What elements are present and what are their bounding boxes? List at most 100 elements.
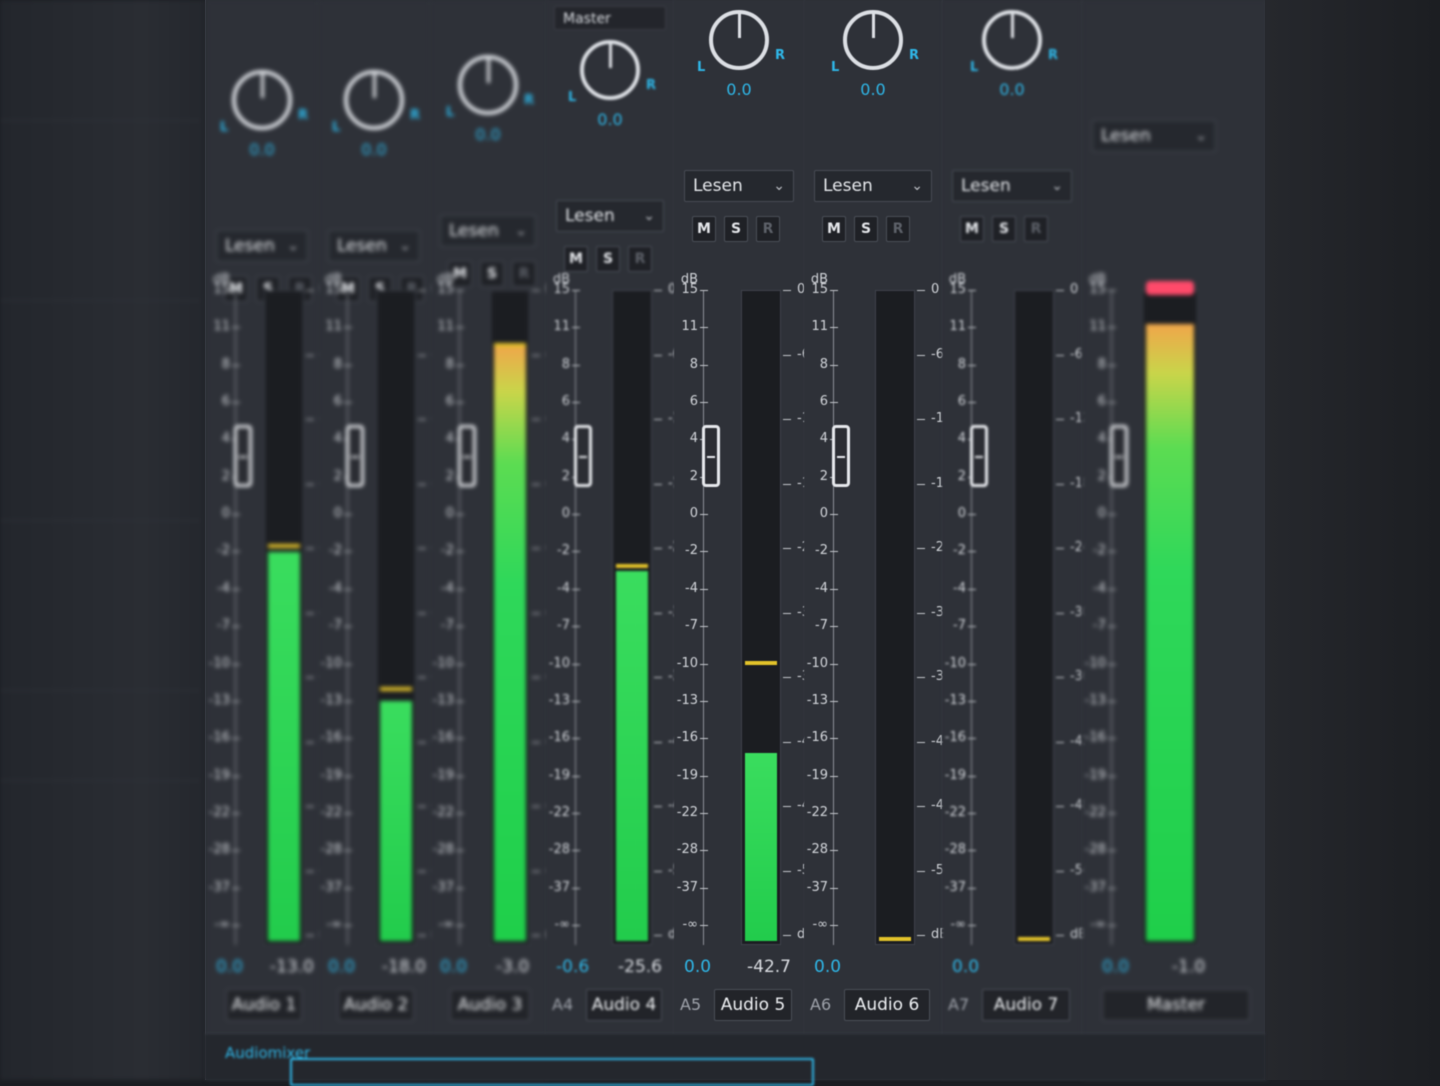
volume-fader-handle[interactable] [234, 425, 252, 487]
volume-fader-handle[interactable] [458, 425, 476, 487]
automation-mode-dropdown[interactable]: Lesen ⌄ [216, 230, 308, 262]
solo-button[interactable]: S [992, 216, 1016, 242]
fader-scale-tick [344, 813, 352, 814]
automation-mode-dropdown[interactable]: Lesen ⌄ [952, 170, 1072, 202]
fader-scale-label: 0 [445, 506, 454, 521]
mute-button[interactable]: M [692, 216, 716, 242]
solo-button[interactable]: S [596, 246, 620, 272]
record-button[interactable]: R [1024, 216, 1048, 242]
pan-value[interactable]: 0.0 [977, 80, 1047, 99]
volume-fader-handle[interactable] [702, 425, 720, 487]
chevron-down-icon: ⌄ [1195, 128, 1207, 144]
record-button[interactable]: R [886, 216, 910, 242]
solo-button[interactable]: S [480, 261, 504, 287]
pan-value[interactable]: 0.0 [838, 80, 908, 99]
knob-indicator [1010, 12, 1014, 38]
channel-strip-s2: L R 0.0 Lesen ⌄ M S RdB 15 11 8 6 4 2 0 -2 -4 -7 -10 -13 -16… [318, 0, 453, 1080]
pan-knob[interactable] [232, 70, 292, 130]
meter-scale-tick [306, 613, 314, 614]
fader-scale-tick [1108, 701, 1116, 702]
volume-fader-handle[interactable] [1110, 425, 1128, 487]
pan-knob[interactable] [580, 40, 640, 100]
fader-scale-label: 6 [221, 394, 230, 409]
fader-scale-tick [968, 888, 976, 889]
track-name-field[interactable]: Audio 2 [338, 989, 414, 1021]
fader-scale-tick [572, 738, 580, 739]
channel-strip-s6: L R 0.0 Lesen ⌄ M S RdB 15 11 8 6 4 2 0 -2 -4 -7 -10 -13 -16… [804, 0, 952, 1080]
fader-scale-tick [830, 850, 838, 851]
track-name-field[interactable]: Audio 6 [844, 989, 930, 1021]
automation-mode-dropdown[interactable]: Lesen ⌄ [814, 170, 932, 202]
automation-mode-dropdown[interactable]: Lesen ⌄ [556, 200, 664, 232]
pan-value[interactable]: 0.0 [453, 125, 523, 144]
fader-scale-label: 8 [221, 357, 230, 372]
volume-readout[interactable]: 0.0 [216, 957, 243, 977]
solo-button[interactable]: S [854, 216, 878, 242]
fader-scale-tick [344, 626, 352, 627]
record-button[interactable]: R [512, 261, 536, 287]
volume-readout[interactable]: 0.0 [814, 957, 841, 977]
fader-scale-label: -10 [1084, 656, 1106, 671]
solo-button[interactable]: S [724, 216, 748, 242]
send-selector[interactable]: Master [554, 6, 666, 30]
pan-knob[interactable] [843, 10, 903, 70]
volume-readout[interactable]: 0.0 [440, 957, 467, 977]
automation-mode-dropdown[interactable]: Lesen ⌄ [328, 230, 420, 262]
meter-scale-tick [418, 871, 426, 872]
track-name-field[interactable]: Audio 7 [982, 989, 1070, 1021]
fader-scale-label: 2 [819, 469, 828, 484]
pan-value[interactable]: 0.0 [227, 140, 297, 159]
meter-scale-tick [532, 806, 540, 807]
automation-mode-dropdown[interactable]: Lesen ⌄ [1092, 120, 1216, 152]
volume-fader-handle[interactable] [346, 425, 364, 487]
meter-scale-tick [418, 484, 426, 485]
record-button[interactable]: R [628, 246, 652, 272]
mute-button[interactable]: M [564, 246, 588, 272]
fader-scale-label: -13 [676, 693, 698, 708]
fader-scale-label: 15 [213, 282, 230, 297]
mute-button[interactable]: M [960, 216, 984, 242]
record-button[interactable]: R [756, 216, 780, 242]
meter-scale-tick [654, 548, 662, 549]
pan-value[interactable]: 0.0 [339, 140, 409, 159]
peak-hold-marker [745, 661, 777, 665]
pan-knob[interactable] [344, 70, 404, 130]
fader-track [1111, 290, 1112, 945]
volume-readout[interactable]: 0.0 [1102, 957, 1129, 977]
fader-scale-tick [344, 589, 352, 590]
fader-scale-label: -13 [208, 693, 230, 708]
meter-scale-tick [532, 419, 540, 420]
track-name-field[interactable]: Audio 1 [226, 989, 302, 1021]
automation-mode-dropdown[interactable]: Lesen ⌄ [440, 215, 536, 247]
fader-scale-label: -19 [208, 768, 230, 783]
panel-divider [0, 520, 200, 521]
track-name-field[interactable]: Audio 4 [586, 989, 662, 1021]
track-name-field[interactable]: Audio 3 [450, 989, 530, 1021]
automation-mode-dropdown[interactable]: Lesen ⌄ [684, 170, 794, 202]
meter-scale-tick [917, 419, 925, 420]
volume-fader-handle[interactable] [832, 425, 850, 487]
volume-fader-handle[interactable] [970, 425, 988, 487]
track-name-field[interactable]: Master [1102, 989, 1250, 1021]
volume-readout[interactable]: 0.0 [952, 957, 979, 977]
fader-scale-tick [830, 738, 838, 739]
meter-scale-tick [917, 484, 925, 485]
pan-knob[interactable] [458, 55, 518, 115]
mute-button[interactable]: M [822, 216, 846, 242]
meter-scale-tick [532, 484, 540, 485]
volume-readout[interactable]: -0.6 [556, 957, 589, 977]
fader-scale-tick [572, 290, 580, 291]
pan-knob[interactable] [982, 10, 1042, 70]
timeline-field[interactable] [290, 1058, 814, 1086]
fader-scale-tick [968, 551, 976, 552]
volume-fader-handle[interactable] [574, 425, 592, 487]
volume-readout[interactable]: 0.0 [684, 957, 711, 977]
pan-knob[interactable] [709, 10, 769, 70]
track-name-field[interactable]: Audio 5 [714, 989, 792, 1021]
pan-value[interactable]: 0.0 [575, 110, 645, 129]
fader-track [703, 290, 704, 945]
meter-scale-tick [532, 871, 540, 872]
pan-value[interactable]: 0.0 [704, 80, 774, 99]
volume-readout[interactable]: 0.0 [328, 957, 355, 977]
fader-scale-tick [572, 365, 580, 366]
